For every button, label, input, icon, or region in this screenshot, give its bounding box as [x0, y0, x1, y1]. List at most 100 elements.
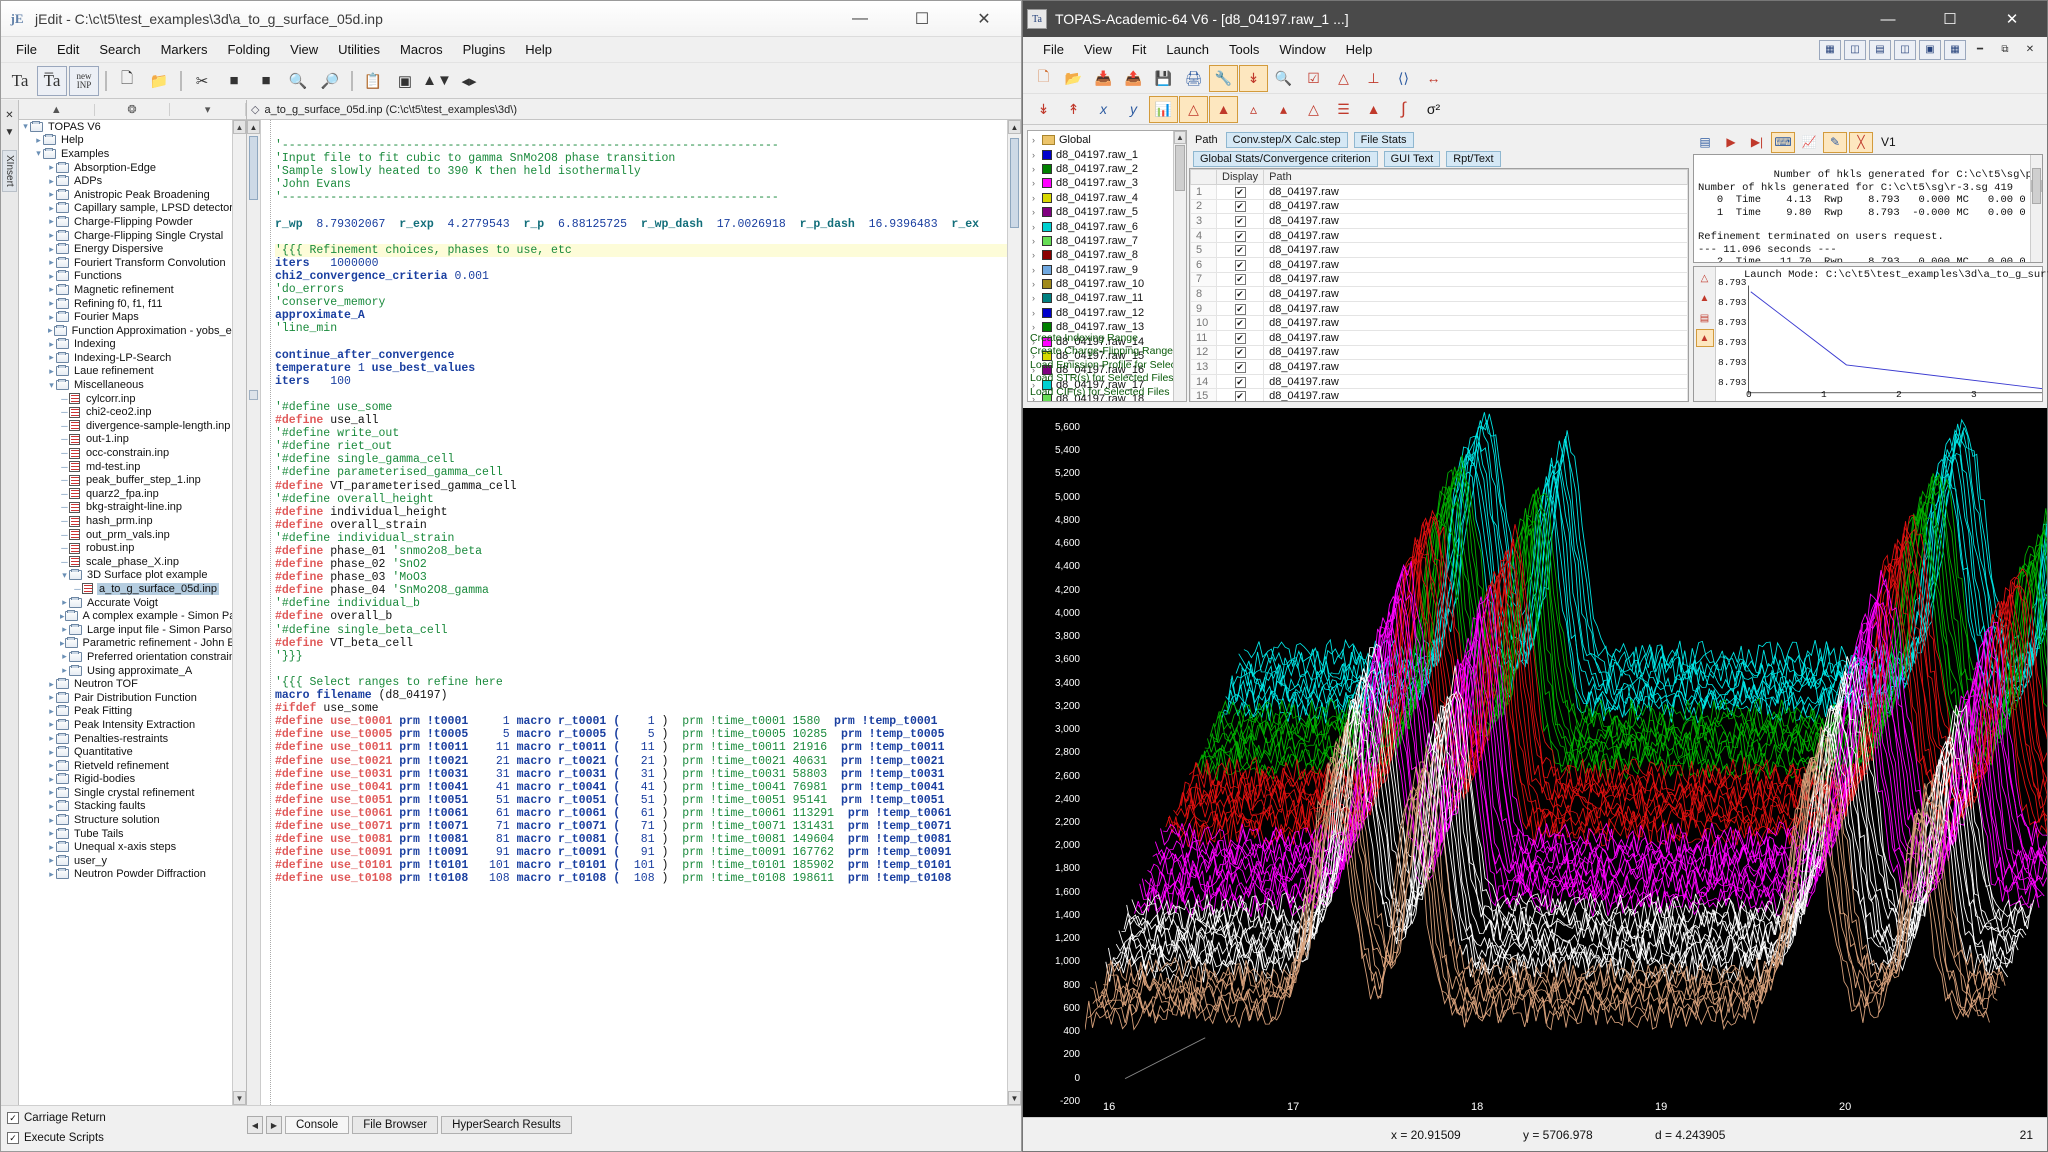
scroll-up-icon[interactable]: ▲: [233, 120, 246, 134]
data-tree-item[interactable]: ›d8_04197.raw_5: [1028, 205, 1186, 219]
peak4-icon[interactable]: ▴: [1269, 96, 1298, 123]
tree-item[interactable]: ▾3D Surface plot example: [19, 569, 246, 583]
tree-item[interactable]: ─quarz2_fpa.inp: [19, 487, 246, 501]
pencil-icon[interactable]: ✎: [1823, 132, 1847, 153]
display-checkbox[interactable]: ✔: [1235, 289, 1246, 300]
chip-conv-step-x-calc-step[interactable]: Conv.step/X Calc.step: [1226, 132, 1348, 148]
grid-icon[interactable]: ▦: [1819, 40, 1841, 60]
tree-item[interactable]: ─occ-constrain.inp: [19, 446, 246, 460]
tree-item[interactable]: ─divergence-sample-length.inp: [19, 419, 246, 433]
collapsed-handle-icon[interactable]: ▸: [47, 284, 56, 295]
chevron-right-icon[interactable]: ›: [1032, 279, 1042, 289]
collapsed-handle-icon[interactable]: ▸: [47, 815, 56, 826]
stats-icon[interactable]: 📈: [1797, 132, 1821, 153]
collapsed-handle-icon[interactable]: ▸: [47, 230, 56, 241]
rail-close-icon[interactable]: ✕: [5, 110, 13, 121]
diamond-icon[interactable]: ⟨⟩: [1389, 65, 1418, 92]
tree-item[interactable]: ▸Preferred orientation constraints: [19, 650, 246, 664]
collapsed-handle-icon[interactable]: ▸: [47, 298, 56, 309]
tree-item[interactable]: ▸Rietveld refinement: [19, 759, 246, 773]
tree-item[interactable]: ─chi2-ceo2.inp: [19, 405, 246, 419]
display-checkbox[interactable]: ✔: [1235, 362, 1246, 373]
peak5-icon[interactable]: △: [1299, 96, 1328, 123]
x-axis-icon[interactable]: x: [1089, 96, 1118, 123]
peak1-icon[interactable]: △: [1179, 96, 1208, 123]
display-checkbox[interactable]: ✔: [1235, 377, 1246, 388]
topas-menu-window[interactable]: Window: [1269, 39, 1335, 60]
execute-scripts-row[interactable]: ✓ Execute Scripts: [7, 1128, 106, 1148]
display-checkbox[interactable]: ✔: [1235, 245, 1246, 256]
tree-item[interactable]: ▸Fourier Maps: [19, 310, 246, 324]
tree-item[interactable]: ▸Capillary sample, LPSD detector: [19, 202, 246, 216]
row-display-cell[interactable]: ✔: [1217, 360, 1264, 375]
tree-item[interactable]: ▸Parametric refinement - John Evans: [19, 637, 246, 651]
topas-menu-file[interactable]: File: [1033, 39, 1074, 60]
collapsed-handle-icon[interactable]: ▸: [47, 719, 56, 730]
chevron-right-icon[interactable]: ›: [1032, 135, 1042, 145]
tree-item[interactable]: ─hash_prm.inp: [19, 514, 246, 528]
jedit-menu-edit[interactable]: Edit: [48, 39, 88, 60]
maximize-icon[interactable]: ☐: [1919, 2, 1981, 37]
collapse-all-icon[interactable]: ▲: [19, 104, 95, 116]
peak3-icon[interactable]: ▵: [1239, 96, 1268, 123]
collapsed-handle-icon[interactable]: ▸: [47, 842, 56, 853]
collapsed-handle-icon[interactable]: ▸: [47, 706, 56, 717]
data-tree-item[interactable]: ›d8_04197.raw_1: [1028, 147, 1186, 161]
tab-hypersearch-results[interactable]: HyperSearch Results: [441, 1116, 572, 1134]
table-row[interactable]: 13✔d8_04197.raw: [1191, 360, 1688, 375]
pan-icon[interactable]: ▲: [1696, 289, 1714, 307]
chip-gui-text[interactable]: GUI Text: [1384, 151, 1441, 167]
tree-item[interactable]: ▸Rigid-bodies: [19, 773, 246, 787]
row-display-cell[interactable]: ✔: [1217, 389, 1264, 402]
tree-item[interactable]: ▸Function Approximation - yobs_eqn: [19, 324, 246, 338]
data-tree-item[interactable]: ›d8_04197.raw_11: [1028, 291, 1186, 305]
chip-global-stats-convergence-criterion[interactable]: Global Stats/Convergence criterion: [1193, 151, 1378, 167]
chevron-right-icon[interactable]: ›: [1032, 193, 1042, 203]
tab-file-browser[interactable]: File Browser: [352, 1116, 438, 1134]
collapsed-handle-icon[interactable]: ▸: [60, 611, 65, 622]
ta-icon[interactable]: Ta: [5, 66, 35, 96]
keyboard-icon[interactable]: ⌨: [1771, 132, 1795, 153]
chevron-right-icon[interactable]: ›: [1032, 293, 1042, 303]
new-inp-icon[interactable]: newINP: [69, 66, 99, 96]
topas-menu-fit[interactable]: Fit: [1122, 39, 1156, 60]
scroll-up-icon[interactable]: ▲: [1008, 120, 1021, 134]
row-display-cell[interactable]: ✔: [1217, 214, 1264, 229]
tree-item[interactable]: ▸Tube Tails: [19, 827, 246, 841]
collapsed-handle-icon[interactable]: ▸: [34, 135, 43, 146]
display-checkbox[interactable]: ✔: [1235, 318, 1246, 329]
tree-item[interactable]: ▸Peak Intensity Extraction: [19, 718, 246, 732]
collapsed-handle-icon[interactable]: ▸: [47, 366, 56, 377]
play-icon[interactable]: ▶: [1719, 132, 1743, 153]
editor-left-scrollbar[interactable]: ▲: [247, 120, 261, 1105]
layout-icon[interactable]: ▤: [1869, 40, 1891, 60]
expanded-handle-icon[interactable]: ▾: [21, 121, 30, 132]
topas-menu-help[interactable]: Help: [1336, 39, 1383, 60]
tree-item[interactable]: ▸Penalties-restraints: [19, 732, 246, 746]
row-display-cell[interactable]: ✔: [1217, 243, 1264, 258]
display-checkbox[interactable]: ✔: [1235, 333, 1246, 344]
expand-icon[interactable]: ▣: [390, 66, 420, 96]
tree-item[interactable]: ▸Stacking faults: [19, 800, 246, 814]
chip-rpt-text[interactable]: Rpt/Text: [1446, 151, 1500, 167]
tree-item[interactable]: ▸Laue refinement: [19, 365, 246, 379]
split-icon[interactable]: ◂▸: [454, 66, 484, 96]
chevron-right-icon[interactable]: ›: [1032, 164, 1042, 174]
fit-icon[interactable]: ▲: [1696, 329, 1714, 347]
jedit-menu-folding[interactable]: Folding: [219, 39, 280, 60]
tree-item[interactable]: ─bkg-straight-line.inp: [19, 501, 246, 515]
table-row[interactable]: 3✔d8_04197.raw: [1191, 214, 1688, 229]
tree-item[interactable]: ▸Peak Fitting: [19, 705, 246, 719]
output-scrollbar[interactable]: ▲: [2030, 155, 2042, 262]
paste-up-icon[interactable]: ■: [219, 66, 249, 96]
display-checkbox[interactable]: ✔: [1235, 216, 1246, 227]
table-row[interactable]: 6✔d8_04197.raw: [1191, 257, 1688, 272]
tab-console[interactable]: Console: [285, 1116, 349, 1134]
sigma2-icon[interactable]: σ²: [1419, 96, 1448, 123]
tree-item[interactable]: ▸Quantitative: [19, 745, 246, 759]
new-file-icon[interactable]: 🗋: [112, 66, 142, 96]
collapsed-handle-icon[interactable]: ▸: [60, 651, 69, 662]
skip-icon[interactable]: ▶|: [1745, 132, 1769, 153]
jedit-menu-macros[interactable]: Macros: [391, 39, 452, 60]
table-row[interactable]: 8✔d8_04197.raw: [1191, 287, 1688, 302]
